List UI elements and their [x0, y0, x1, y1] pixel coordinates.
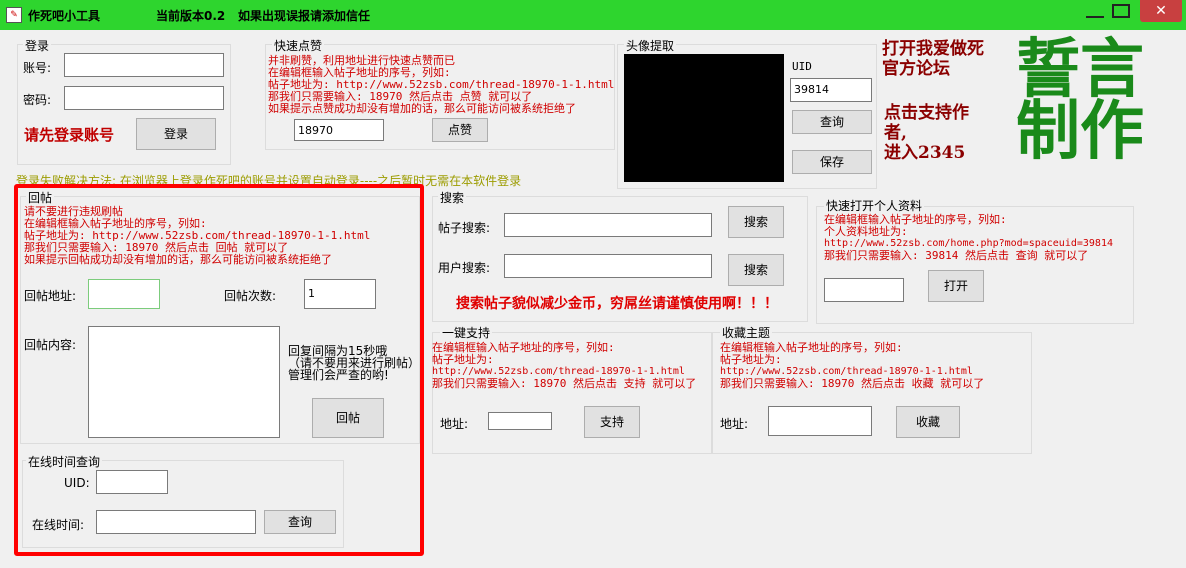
profile-open-button[interactable]: 打开 — [928, 270, 984, 302]
minimize-button[interactable] — [1086, 6, 1104, 18]
support-link-line1[interactable]: 点击支持作 — [884, 104, 969, 122]
support-address-input[interactable] — [488, 412, 552, 430]
profile-group-title: 快速打开个人资料 — [824, 197, 925, 214]
user-search-button[interactable]: 搜索 — [728, 254, 784, 286]
password-label: 密码: — [23, 93, 52, 107]
forum-link-line1[interactable]: 打开我爱做死 — [882, 40, 984, 58]
collect-address-label: 地址: — [720, 417, 749, 431]
support-line: 帖子地址为: — [432, 353, 494, 366]
support-button[interactable]: 支持 — [584, 406, 640, 438]
support-instructions: 在编辑框输入帖子地址的序号，列如: 帖子地址为: http://www.52zs… — [432, 342, 696, 390]
post-search-input[interactable] — [504, 213, 712, 237]
search-warning: 搜索帖子貌似减少金币，穷屌丝请谨慎使用啊！！！ — [456, 296, 778, 312]
search-group-title: 搜索 — [438, 189, 467, 206]
login-group-title: 登录 — [23, 37, 52, 54]
collect-line: 那我们只需要输入: 18970 然后点击 收藏 就可以了 — [720, 377, 985, 390]
avatar-group-title: 头像提取 — [624, 37, 677, 54]
user-search-input[interactable] — [504, 254, 712, 278]
author-logo-line2: 制作 — [1016, 94, 1144, 169]
avatar-uid-input[interactable]: 39814 — [790, 78, 872, 102]
collect-line: 帖子地址为: — [720, 353, 782, 366]
quick-like-input[interactable]: 18970 — [294, 119, 384, 141]
login-button[interactable]: 登录 — [136, 118, 216, 150]
support-line: 那我们只需要输入: 18970 然后点击 支持 就可以了 — [432, 377, 697, 390]
profile-line: 那我们只需要输入: 39814 然后点击 查询 就可以了 — [824, 249, 1089, 262]
account-label: 账号: — [23, 61, 52, 75]
version-label: 当前版本0.2 — [156, 9, 226, 23]
collect-instructions: 在编辑框输入帖子地址的序号，列如: 帖子地址为: http://www.52zs… — [720, 342, 984, 390]
post-search-button[interactable]: 搜索 — [728, 206, 784, 238]
window-title: 作死吧小工具 — [28, 9, 101, 23]
quick-like-instructions: 并非刷赞，利用地址进行快速点赞而已 在编辑框输入帖子地址的序号，列如: 帖子地址… — [268, 55, 614, 115]
maximize-button[interactable] — [1112, 4, 1130, 18]
support-link-line2[interactable]: 者, — [884, 124, 907, 142]
avatar-preview — [624, 54, 784, 182]
support-group-title: 一键支持 — [440, 324, 493, 341]
login-status: 请先登录账号 — [24, 126, 115, 144]
avatar-uid-label: UID — [792, 60, 812, 73]
like-button[interactable]: 点赞 — [432, 118, 488, 142]
notice-label: 如果出现误报请添加信任 — [238, 9, 371, 23]
close-button[interactable]: ✕ — [1140, 0, 1182, 22]
quick-like-line: 如果提示点赞成功却没有增加的话，那么可能访问被系统拒绝了 — [268, 102, 576, 115]
support-link-line3[interactable]: 进入2345 — [884, 144, 965, 162]
collect-button[interactable]: 收藏 — [896, 406, 960, 438]
support-address-label: 地址: — [440, 417, 469, 431]
highlight-frame — [14, 184, 424, 556]
author-logo-line1: 誓言 — [1016, 32, 1144, 107]
account-input[interactable] — [64, 53, 224, 77]
avatar-query-button[interactable]: 查询 — [792, 110, 872, 134]
forum-link-line2[interactable]: 官方论坛 — [882, 60, 950, 78]
post-search-label: 帖子搜索: — [438, 221, 491, 235]
profile-instructions: 在编辑框输入帖子地址的序号，列如: 个人资料地址为: http://www.52… — [824, 214, 1113, 262]
user-search-label: 用户搜索: — [438, 261, 491, 275]
profile-input[interactable] — [824, 278, 904, 302]
avatar-save-button[interactable]: 保存 — [792, 150, 872, 174]
app-icon: ✎ — [6, 7, 22, 23]
password-input[interactable] — [64, 86, 224, 110]
collect-address-input[interactable] — [768, 406, 872, 436]
collect-group-title: 收藏主题 — [720, 324, 773, 341]
profile-line: 个人资料地址为: — [824, 225, 908, 238]
quick-like-group-title: 快速点赞 — [272, 37, 325, 54]
